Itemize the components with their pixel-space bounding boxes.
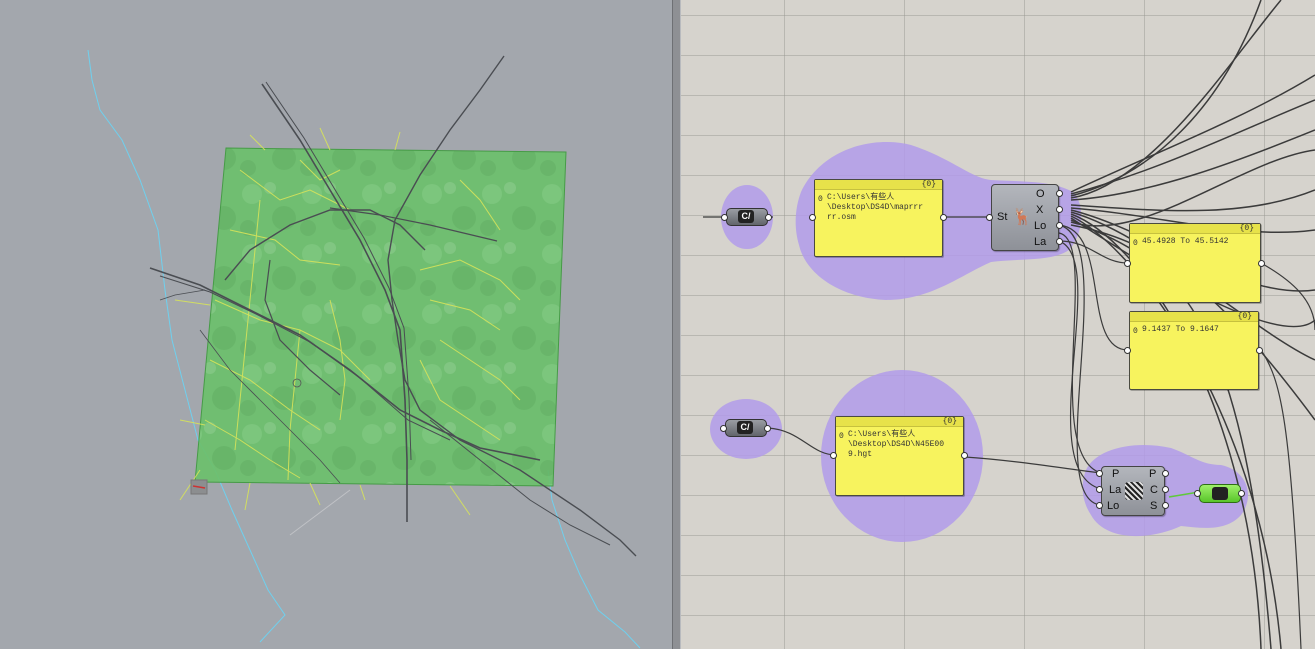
output-port[interactable] [1256, 347, 1263, 354]
output-label-p: P [1149, 468, 1157, 480]
file-path-panel-osm[interactable]: {0} 0 C:\Users\有些人 \Desktop\DS4D\maprrr … [814, 179, 943, 257]
input-label-la: La [1109, 484, 1122, 496]
panel-header: {0} [1130, 224, 1260, 234]
panel-header: {0} [836, 417, 963, 427]
input-port[interactable] [809, 214, 816, 221]
input-port[interactable] [830, 452, 837, 459]
input-port[interactable] [1194, 490, 1201, 497]
output-port[interactable] [940, 214, 947, 221]
panel-index: 0 [1133, 239, 1138, 248]
input-port-la[interactable] [1096, 486, 1103, 493]
file-path-icon: C/ [738, 210, 754, 223]
panel-header: {0} [815, 180, 942, 190]
viewport-splitter[interactable] [672, 0, 681, 649]
river-line-east [547, 469, 641, 649]
input-port[interactable] [1124, 260, 1131, 267]
panel-index: 0 [818, 195, 823, 204]
terrain-surface[interactable] [194, 147, 567, 487]
output-port-la[interactable] [1056, 238, 1063, 245]
output-port-p[interactable] [1162, 470, 1169, 477]
output-port-o[interactable] [1056, 190, 1063, 197]
output-port-s[interactable] [1162, 502, 1169, 509]
output-port[interactable] [765, 214, 772, 221]
viewport-scene [87, 49, 641, 649]
input-label-p: P [1112, 468, 1120, 480]
input-port-p[interactable] [1096, 470, 1103, 477]
input-port[interactable] [720, 425, 727, 432]
mesh-preview-param[interactable] [1199, 484, 1241, 503]
output-port[interactable] [961, 452, 968, 459]
output-port[interactable] [1238, 490, 1245, 497]
latitude-range-panel[interactable]: {0} 0 45.4928 To 45.5142 [1129, 223, 1261, 303]
input-port[interactable] [721, 214, 728, 221]
panel-text: C:\Users\有些人 \Desktop\DS4D\maprrr rr.osm [827, 193, 924, 222]
output-port-lo[interactable] [1056, 222, 1063, 229]
input-port-st[interactable] [986, 214, 993, 221]
topography-component[interactable]: P La Lo P C S [1101, 466, 1165, 516]
output-label-c: C [1150, 484, 1158, 496]
input-label-lo: Lo [1107, 500, 1120, 512]
file-path-panel-hgt[interactable]: {0} 0 C:\Users\有些人 \Desktop\DS4D\N45E00 … [835, 416, 964, 496]
input-port[interactable] [1124, 347, 1131, 354]
output-label-s: S [1150, 500, 1158, 512]
osm-data-component[interactable]: St 🦌 O X Lo La [991, 184, 1059, 251]
output-label-o: O [1036, 188, 1045, 200]
output-label-la: La [1034, 236, 1047, 248]
panel-index: 0 [839, 432, 844, 441]
rhino-viewport[interactable] [0, 0, 672, 649]
topography-icon [1125, 482, 1143, 500]
panel-text: 45.4928 To 45.5142 [1142, 237, 1229, 246]
input-label-st: St [997, 211, 1008, 223]
construction-line [289, 489, 351, 536]
panel-text: 9.1437 To 9.1647 [1142, 325, 1219, 334]
panel-header: {0} [1130, 312, 1258, 322]
elk-osm-icon: 🦌 [1012, 209, 1032, 226]
output-port-x[interactable] [1056, 206, 1063, 213]
output-label-lo: Lo [1034, 220, 1047, 232]
panel-index: 0 [1133, 327, 1138, 336]
panel-text: C:\Users\有些人 \Desktop\DS4D\N45E00 9.hgt [848, 430, 945, 459]
file-path-param-1[interactable]: C/ [726, 208, 768, 226]
output-port[interactable] [1258, 260, 1265, 267]
output-port[interactable] [764, 425, 771, 432]
output-port-c[interactable] [1162, 486, 1169, 493]
longitude-range-panel[interactable]: {0} 0 9.1437 To 9.1647 [1129, 311, 1259, 390]
mesh-preview-icon [1212, 487, 1228, 500]
output-label-x: X [1036, 204, 1044, 216]
input-port-lo[interactable] [1096, 502, 1103, 509]
file-path-param-2[interactable]: C/ [725, 419, 767, 437]
file-path-icon: C/ [737, 421, 753, 434]
grasshopper-canvas[interactable]: C/ {0} 0 C:\Users\有些人 \Desktop\DS4D\mapr… [681, 0, 1315, 649]
